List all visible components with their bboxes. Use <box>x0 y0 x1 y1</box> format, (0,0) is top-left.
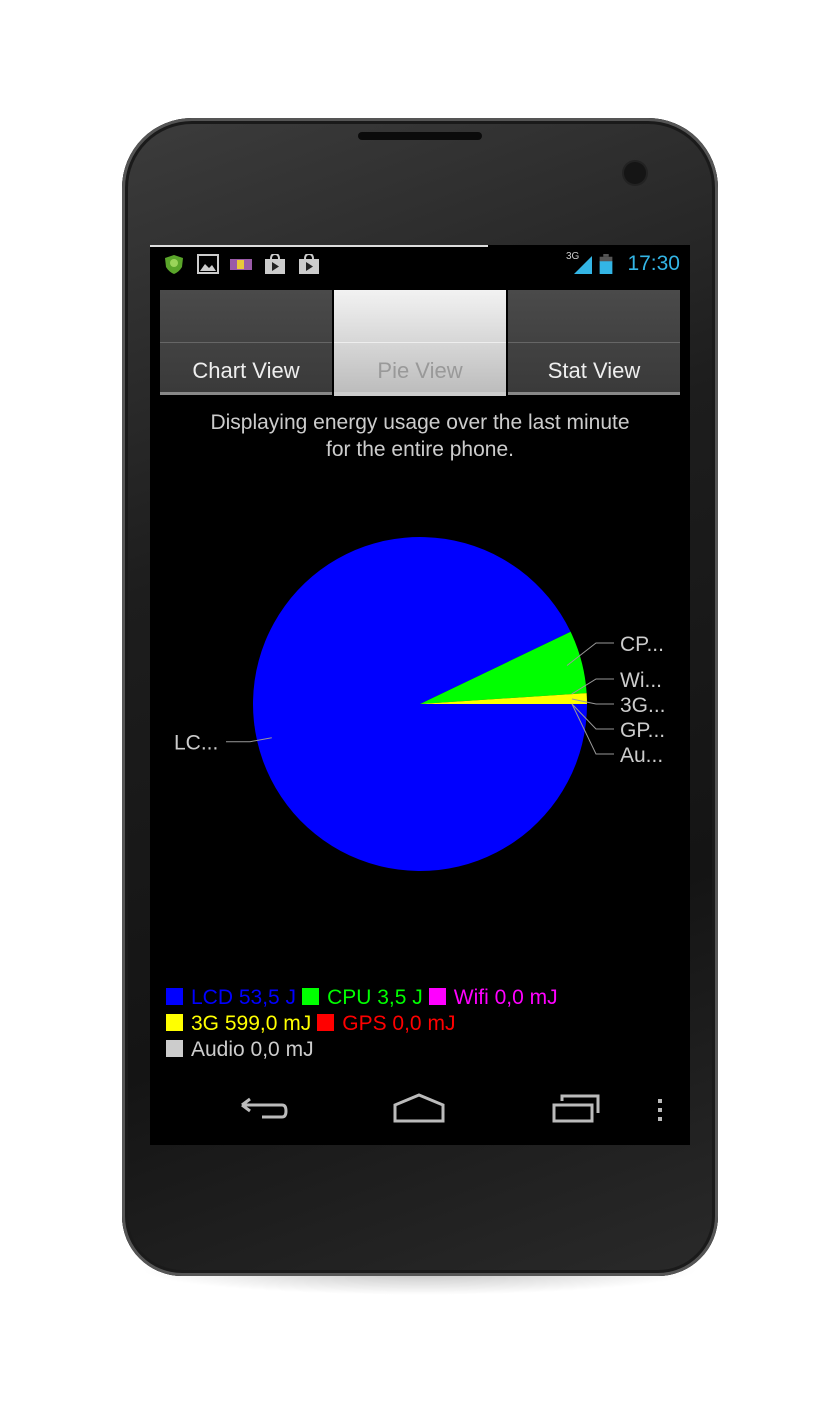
tab-pie-view[interactable]: Pie View <box>334 290 506 396</box>
legend-label: LCD 53,5 J <box>191 986 297 1009</box>
status-progress-line <box>150 245 488 247</box>
legend-label: CPU 3,5 J <box>327 986 423 1009</box>
phone-screen: 3G 17:30 Chart View Pie View Stat View D… <box>150 245 690 1145</box>
pie-label-3g: 3G... <box>620 694 666 717</box>
description-line: Displaying energy usage over the last mi… <box>210 411 630 434</box>
legend-label: Audio 0,0 mJ <box>191 1038 314 1061</box>
legend-swatch <box>166 1040 183 1057</box>
speaker-grille <box>358 132 482 140</box>
energy-pie-chart: LC... CP... Wi...3G...GP...Au... <box>174 536 666 871</box>
legend-item-3g: 3G 599,0 mJ <box>166 1011 311 1037</box>
gallery-icon <box>197 254 219 274</box>
tab-stat-view[interactable]: Stat View <box>508 290 680 395</box>
clock: 17:30 <box>627 252 680 275</box>
view-tabs: Chart View Pie View Stat View <box>160 290 680 396</box>
legend-swatch <box>317 1014 335 1031</box>
tab-label: Pie View <box>377 358 463 383</box>
legend-label: GPS 0,0 mJ <box>342 1012 456 1035</box>
legend-row: 3G 599,0 mJ GPS 0,0 mJ <box>166 1011 686 1037</box>
legend-swatch <box>166 988 183 1005</box>
tab-label: Chart View <box>192 358 300 383</box>
pie-label-audio: Au... <box>620 744 663 767</box>
legend-label: 3G 599,0 mJ <box>191 1012 312 1035</box>
parking-app-icon <box>230 259 252 270</box>
status-bar: 3G 17:30 <box>150 245 690 285</box>
menu-icon[interactable] <box>656 1097 664 1123</box>
legend-item-audio: Audio 0,0 mJ <box>166 1037 314 1063</box>
pie-label-gps: GP... <box>620 719 665 742</box>
legend-item-lcd: LCD 53,5 J <box>166 985 296 1011</box>
home-icon[interactable] <box>393 1093 445 1123</box>
tab-label: Stat View <box>547 358 641 383</box>
nav-bar <box>150 1085 690 1145</box>
description: Displaying energy usage over the last mi… <box>150 409 690 463</box>
legend-row: Audio 0,0 mJ <box>166 1037 686 1063</box>
legend-swatch <box>302 988 320 1005</box>
back-icon[interactable] <box>238 1095 288 1125</box>
legend-row: LCD 53,5 J CPU 3,5 J Wifi 0,0 mJ <box>166 985 686 1011</box>
legend-item-wifi: Wifi 0,0 mJ <box>428 985 558 1011</box>
legend-swatch <box>428 988 446 1005</box>
pie-label-lcd: LC... <box>174 732 218 755</box>
signal-icon <box>574 256 592 274</box>
chart-legend: LCD 53,5 J CPU 3,5 J Wifi 0,0 mJ 3G 599,0 m… <box>166 985 686 1063</box>
recents-icon[interactable] <box>552 1093 602 1123</box>
play-store-icon <box>299 254 319 274</box>
tab-chart-view[interactable]: Chart View <box>160 290 332 395</box>
battery-icon <box>599 254 613 274</box>
pie-label-cpu: CP... <box>620 633 664 656</box>
shield-app-icon <box>165 255 183 274</box>
description-line: for the entire phone. <box>326 438 514 461</box>
legend-swatch <box>166 1014 183 1031</box>
legend-label: Wifi 0,0 mJ <box>453 986 558 1009</box>
pie-label-wifi: Wi... <box>620 669 662 692</box>
legend-item-cpu: CPU 3,5 J <box>302 985 423 1011</box>
legend-item-gps: GPS 0,0 mJ <box>317 1011 455 1037</box>
front-camera <box>624 162 646 184</box>
play-store-icon <box>265 254 285 274</box>
